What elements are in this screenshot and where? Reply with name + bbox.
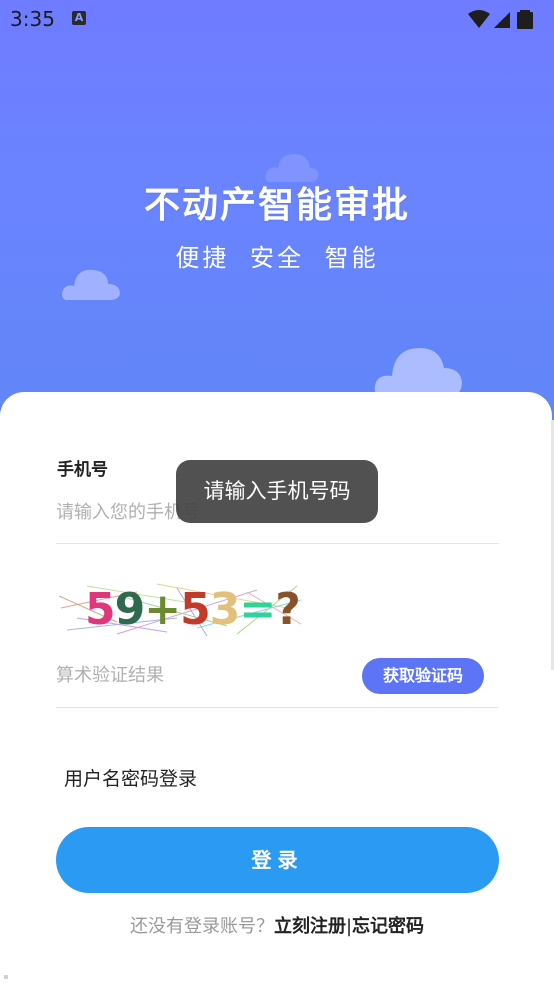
captcha-char: 3 <box>209 584 241 635</box>
status-bar: 3:35 A <box>0 0 554 38</box>
phone-label: 手机号 <box>57 460 108 480</box>
captcha-char: 5 <box>85 584 116 635</box>
toast-message: 请输入手机号码 <box>176 460 378 523</box>
forgot-password-link[interactable]: 忘记密码 <box>352 916 424 937</box>
divider <box>56 543 499 544</box>
captcha-char: 5 <box>180 584 211 635</box>
notification-icon: A <box>72 11 86 25</box>
hero-banner: 3:35 A 不动产智能审批 便捷 安全 智能 <box>0 0 554 460</box>
captcha-char: + <box>144 584 181 635</box>
login-button[interactable]: 登录 <box>56 827 499 893</box>
password-login-link[interactable]: 用户名密码登录 <box>64 764 197 791</box>
get-code-button[interactable]: 获取验证码 <box>362 658 484 694</box>
register-link[interactable]: 立刻注册 <box>274 916 346 937</box>
captcha-answer-input[interactable] <box>56 658 346 692</box>
captcha-char: = <box>239 584 276 635</box>
status-icons <box>468 10 533 29</box>
status-time: 3:35 <box>10 7 55 31</box>
captcha-image[interactable]: 59+53=? <box>57 578 303 640</box>
app-subtitle: 便捷 安全 智能 <box>175 244 379 272</box>
wifi-icon <box>468 10 490 28</box>
divider <box>56 707 499 708</box>
corner-mark <box>4 975 8 979</box>
no-account-text: 还没有登录账号？ <box>129 916 274 937</box>
captcha-text: 59+53=? <box>85 584 301 635</box>
captcha-char: 9 <box>114 584 146 635</box>
footer-links: 还没有登录账号？立刻注册|忘记密码 <box>0 912 554 938</box>
app-title: 不动产智能审批 <box>143 185 410 226</box>
battery-icon <box>517 10 533 29</box>
captcha-char: ? <box>275 584 301 635</box>
signal-icon <box>494 12 510 28</box>
cloud-decoration <box>374 348 462 396</box>
